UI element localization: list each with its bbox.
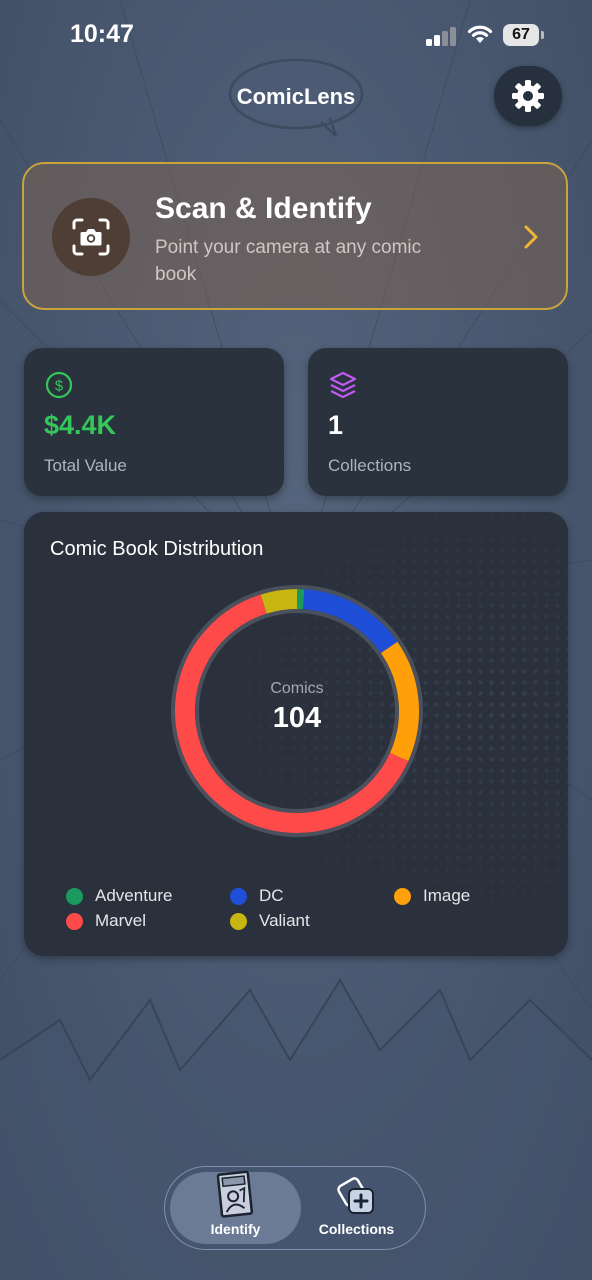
legend-dot [230,887,247,905]
battery-tip [541,31,544,39]
tab-collections[interactable]: Collections [291,1167,422,1251]
collections-add-icon [337,1177,374,1214]
app-title: ComicLens [236,84,356,109]
svg-text:$: $ [55,378,64,395]
legend-dot [230,912,247,930]
legend-label: Valiant [259,911,310,930]
distribution-card: Comic Book Distribution Comics 104 Adven… [24,512,568,956]
legend-label: Marvel [95,911,147,930]
camera-scan-icon [72,218,110,256]
collections-card[interactable]: 1 Collections [308,348,568,496]
legend-item-marvel: Marvel [66,911,146,931]
legend-label: Image [423,886,471,905]
scan-icon-container [52,198,130,276]
layers-icon [329,371,357,399]
legend-dot [66,912,83,930]
wifi-icon [467,25,493,43]
status-time: 10:47 [70,20,134,48]
gear-icon [512,80,544,112]
legend-label: DC [259,886,284,905]
total-value-label: Total Value [44,456,127,475]
donut-center-total: 104 [272,702,322,734]
total-value-amount: $4.4K [44,410,117,440]
donut-slice-valiant [260,589,298,614]
cellular-signal-icon [426,26,458,46]
battery-level: 67 [503,24,539,46]
scan-identify-card[interactable]: Scan & Identify Point your camera at any… [22,162,568,310]
distribution-title: Comic Book Distribution [50,538,264,560]
scan-card-subtitle: Point your camera at any comic book [155,237,422,285]
chevron-right-icon [524,225,538,249]
settings-button[interactable] [494,66,562,126]
legend-dot [66,887,83,905]
tab-label: Collections [318,1221,395,1237]
scan-card-title: Scan & Identify [155,192,372,225]
legend-item-image: Image [394,886,470,906]
donut-center-label: Comics [270,680,324,697]
tab-label: Identify [210,1221,261,1237]
dollar-icon: $ [45,371,73,399]
comic-book-icon [216,1170,254,1218]
tab-identify[interactable]: Identify [170,1167,301,1251]
legend-item-valiant: Valiant [230,911,310,931]
collections-label: Collections [328,456,412,475]
legend-item-dc: DC [230,886,284,906]
bottom-tab-bar: Identify Collections [164,1166,426,1250]
collections-count: 1 [328,410,344,440]
legend-label: Adventure [95,886,173,905]
total-value-card[interactable]: $ $4.4K Total Value [24,348,284,496]
legend-item-adventure: Adventure [66,886,173,906]
legend-dot [394,887,411,905]
